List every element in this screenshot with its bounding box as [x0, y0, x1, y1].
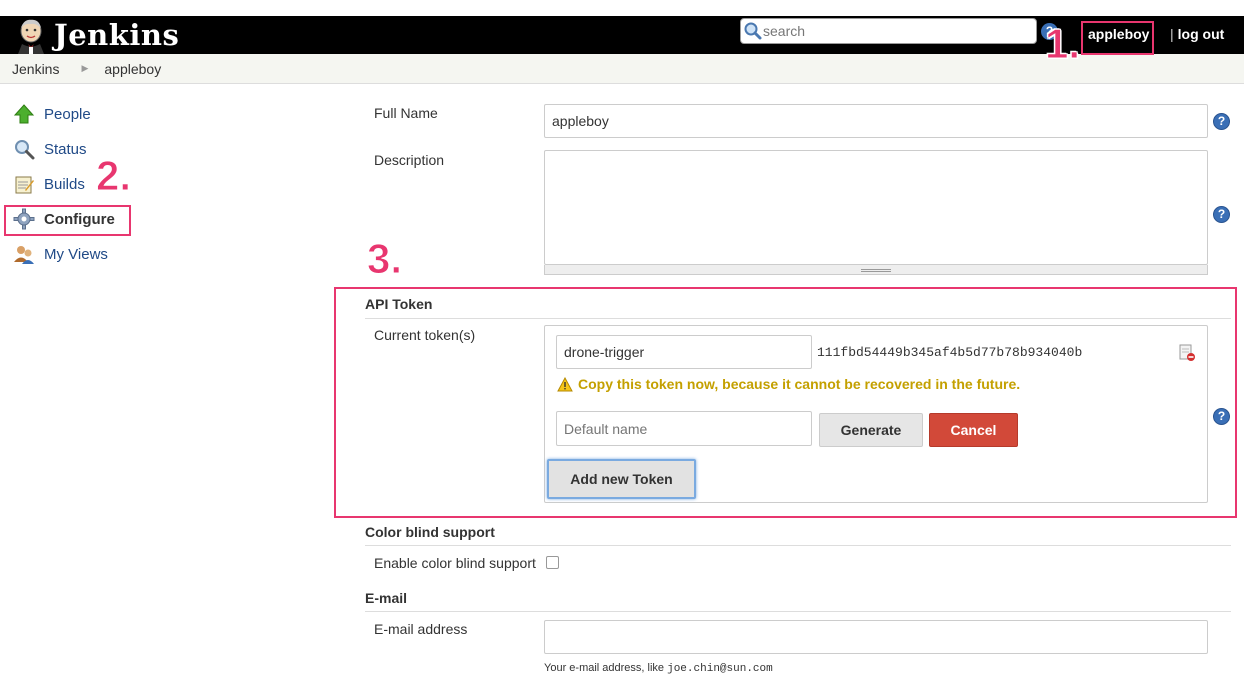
color-blind-section-title: Color blind support — [365, 524, 495, 540]
arrow-up-icon — [12, 102, 36, 126]
current-tokens-label: Current token(s) — [374, 327, 476, 343]
api-token-help-icon[interactable]: ? — [1213, 408, 1230, 425]
logout-link[interactable]: | log out — [1170, 26, 1224, 42]
section-divider — [365, 545, 1231, 546]
sidebar-item-status[interactable]: Status — [12, 134, 87, 164]
generate-button[interactable]: Generate — [819, 413, 923, 447]
token-value: 111fbd54449b345af4b5d77b78b934040b — [817, 345, 1083, 360]
email-hint: Your e-mail address, like joe.chin@sun.c… — [544, 662, 773, 675]
users-icon — [12, 242, 36, 266]
jenkins-butler-icon — [14, 16, 48, 54]
breadcrumb-chevron-icon[interactable]: ▶ — [81, 63, 88, 74]
breadcrumb-item-user[interactable]: appleboy — [104, 61, 161, 77]
sidebar-item-label: Builds — [44, 175, 85, 193]
api-token-section-title: API Token — [365, 296, 433, 312]
full-name-help-icon[interactable]: ? — [1213, 113, 1230, 130]
email-label: E-mail address — [374, 621, 468, 637]
description-resize-bar[interactable] — [544, 265, 1208, 275]
color-blind-checkbox[interactable] — [546, 556, 559, 569]
add-new-token-button[interactable]: Add new Token — [547, 459, 696, 499]
logo-text: Jenkins — [54, 18, 180, 52]
sidebar-item-my-views[interactable]: My Views — [12, 239, 108, 269]
notepad-icon — [12, 172, 36, 196]
annotation-number-3: 3. — [366, 235, 403, 283]
search-input[interactable] — [763, 20, 1036, 42]
warning-icon — [557, 376, 573, 392]
sidebar-item-label: People — [44, 105, 91, 123]
full-name-field[interactable]: appleboy — [544, 104, 1208, 138]
search-box[interactable] — [740, 18, 1037, 44]
cancel-button[interactable]: Cancel — [929, 413, 1018, 447]
resize-grip-icon — [861, 269, 891, 272]
token-warning-text: Copy this token now, because it cannot b… — [578, 376, 1021, 392]
breadcrumb-item-jenkins[interactable]: Jenkins — [12, 61, 59, 77]
full-name-label: Full Name — [374, 105, 438, 121]
sidebar-item-people[interactable]: People — [12, 99, 91, 129]
sidebar-item-label: My Views — [44, 245, 108, 263]
magnifier-icon — [12, 137, 36, 161]
annotation-number-1: 1. — [1044, 20, 1081, 68]
annotation-box-configure — [4, 205, 131, 236]
token-name-field[interactable]: drone-trigger — [556, 335, 812, 369]
description-help-icon[interactable]: ? — [1213, 206, 1230, 223]
color-blind-label: Enable color blind support — [374, 555, 536, 571]
annotation-box-user — [1081, 21, 1154, 55]
email-hint-example: joe.chin@sun.com — [667, 663, 773, 675]
email-section-title: E-mail — [365, 590, 408, 606]
search-icon — [743, 21, 763, 41]
new-token-name-input[interactable] — [556, 411, 812, 446]
delete-token-icon[interactable] — [1178, 344, 1196, 362]
logout-label: log out — [1177, 26, 1225, 42]
section-divider — [365, 611, 1231, 612]
email-field[interactable] — [544, 620, 1208, 654]
description-textarea[interactable] — [544, 150, 1208, 265]
email-hint-prefix: Your e-mail address, like — [544, 662, 668, 674]
description-label: Description — [374, 152, 445, 168]
jenkins-logo[interactable]: Jenkins — [14, 16, 179, 54]
sidebar-item-label: Status — [44, 140, 87, 158]
logout-separator: | — [1170, 26, 1174, 42]
sidebar-item-builds[interactable]: Builds — [12, 169, 85, 199]
section-divider — [365, 318, 1231, 319]
annotation-number-2: 2. — [95, 152, 132, 200]
